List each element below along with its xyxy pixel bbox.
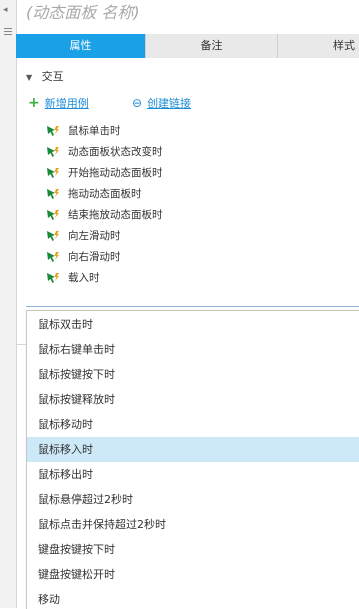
grip-icon[interactable] <box>4 28 12 37</box>
tab-bar: 属性 备注 样式 <box>16 34 359 58</box>
event-label: 向左滑动时 <box>68 230 121 242</box>
event-label: 载入时 <box>68 272 100 284</box>
plus-icon: + <box>28 95 40 111</box>
tab-notes[interactable]: 备注 <box>146 34 278 58</box>
create-link-link[interactable]: ⊖ 创建链接 <box>132 95 191 112</box>
add-case-label: 新增用例 <box>44 97 89 110</box>
left-strip: ◂ <box>0 0 17 608</box>
dropdown-option[interactable]: 移动 <box>27 587 359 609</box>
dropdown-option[interactable]: 鼠标移入时 <box>27 437 359 462</box>
dropdown-option[interactable]: 鼠标移出时 <box>27 462 359 487</box>
dropdown-option[interactable]: 鼠标按键释放时 <box>27 387 359 412</box>
panel-title[interactable]: (动态面板 名称) <box>26 0 140 26</box>
dropdown-option[interactable]: 鼠标悬停超过2秒时 <box>27 487 359 512</box>
dropdown-option[interactable]: 鼠标移动时 <box>27 412 359 437</box>
tab-properties[interactable]: 属性 <box>16 34 146 58</box>
event-label: 结束拖放动态面板时 <box>68 209 163 221</box>
chevron-down-icon: ▼ <box>26 73 33 82</box>
cursor-lightning-icon <box>47 231 59 241</box>
event-label: 开始拖动动态面板时 <box>68 167 163 179</box>
divider <box>16 344 26 345</box>
create-link-label: 创建链接 <box>147 97 192 110</box>
dropdown-option[interactable]: 键盘按键按下时 <box>27 537 359 562</box>
cursor-lightning-icon <box>47 126 59 136</box>
event-label: 鼠标单击时 <box>68 125 121 137</box>
dropdown-option[interactable]: 键盘按键松开时 <box>27 562 359 587</box>
interaction-section-header[interactable]: ▼ 交互 <box>26 70 64 84</box>
dropdown-option[interactable]: 鼠标按键按下时 <box>27 362 359 387</box>
event-label: 向右滑动时 <box>68 251 121 263</box>
cursor-lightning-icon <box>47 273 59 283</box>
event-label: 拖动动态面板时 <box>68 188 142 200</box>
dropdown-option[interactable]: 鼠标点击并保持超过2秒时 <box>27 512 359 537</box>
collapse-arrow-icon[interactable]: ◂ <box>3 6 8 15</box>
dropdown-option[interactable]: 鼠标双击时 <box>27 312 359 337</box>
dropdown-option[interactable]: 鼠标右键单击时 <box>27 337 359 362</box>
cursor-lightning-icon <box>47 252 59 262</box>
event-dropdown-menu: 鼠标双击时 鼠标右键单击时 鼠标按键按下时 鼠标按键释放时 鼠标移动时 鼠标移入时 鼠标移出… <box>26 310 359 609</box>
cursor-lightning-icon <box>47 189 59 199</box>
cursor-lightning-icon <box>47 147 59 157</box>
cursor-lightning-icon <box>47 168 59 178</box>
add-case-link[interactable]: + 新增用例 <box>28 95 89 112</box>
event-label: 动态面板状态改变时 <box>68 146 163 158</box>
cursor-lightning-icon <box>47 210 59 220</box>
chain-link-icon: ⊖ <box>132 96 143 110</box>
interaction-section-label: 交互 <box>41 70 64 83</box>
tab-style[interactable]: 样式 <box>278 34 359 58</box>
